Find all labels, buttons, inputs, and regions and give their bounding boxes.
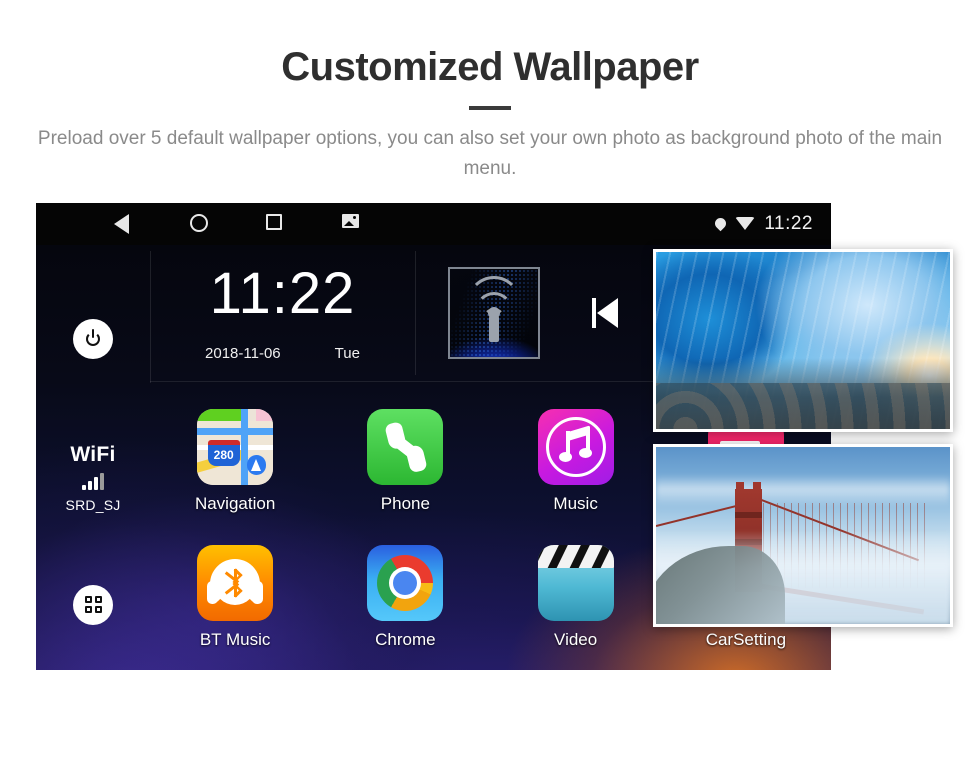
app-label: Phone	[380, 493, 430, 513]
app-label: Navigation	[194, 493, 276, 513]
page-header: Customized Wallpaper Preload over 5 defa…	[0, 0, 980, 185]
bluetooth-headphones-icon	[197, 545, 274, 622]
app-phone[interactable]: Phone	[367, 408, 444, 514]
ice-rocks	[656, 382, 950, 429]
chrome-icon	[367, 545, 444, 622]
wifi-ssid-label: SRD_SJ	[65, 496, 121, 513]
status-bar: 11:22	[36, 202, 831, 245]
clapperboard-icon	[537, 545, 614, 622]
wifi-label: WiFi	[70, 442, 116, 466]
widget-divider	[415, 250, 416, 375]
navigation-bar	[114, 213, 362, 234]
recents-button[interactable]	[266, 213, 286, 234]
location-pin-icon	[713, 216, 729, 232]
power-button[interactable]	[73, 318, 113, 359]
status-indicators: 11:22	[713, 212, 831, 235]
apps-grid-icon-cell	[84, 606, 92, 614]
wifi-status-block[interactable]: WiFi SRD_SJ	[66, 443, 121, 513]
screenshot-icon	[342, 213, 359, 228]
clock-widget[interactable]: 11:22 2018-11-06 Tue	[150, 245, 415, 381]
screenshot-button[interactable]	[342, 213, 362, 234]
apps-grid-icon-cell	[84, 596, 92, 604]
apps-grid-icon-cell	[94, 596, 102, 604]
cloud-band	[656, 475, 950, 507]
clock-time: 11:22	[209, 260, 356, 326]
clock-weekday: Tue	[334, 344, 360, 362]
app-label: Video	[554, 630, 598, 650]
ice-cave-wallpaper-preview[interactable]	[653, 248, 953, 432]
bridge-cable-left	[656, 504, 739, 527]
left-sidebar: WiFi SRD_SJ	[36, 245, 150, 670]
app-navigation[interactable]: 280 Navigation	[194, 408, 276, 514]
highway-shield-number: 280	[207, 439, 240, 466]
back-icon	[114, 213, 129, 234]
music-note-icon	[537, 408, 614, 485]
clock-date: 2018-11-06	[205, 344, 281, 362]
page-subtitle: Preload over 5 default wallpaper options…	[37, 128, 943, 180]
clock-subline: 2018-11-06 Tue	[150, 345, 415, 362]
app-label: Chrome	[375, 630, 436, 650]
phone-handset-icon	[367, 408, 444, 485]
device-showcase: 11:22 WiFi SRD_SJ 11:22 2018-11-06 Tue 2…	[0, 202, 980, 673]
golden-gate-bridge-wallpaper-preview[interactable]	[653, 443, 953, 627]
app-video[interactable]: Video	[537, 545, 614, 650]
app-bt-music[interactable]: BT Music	[197, 545, 274, 650]
antenna-glyph	[464, 275, 524, 342]
all-apps-button[interactable]	[73, 584, 113, 625]
maps-icon: 280	[197, 408, 274, 485]
page-title: Customized Wallpaper	[281, 45, 699, 89]
home-icon	[190, 213, 208, 232]
app-label: Music	[553, 493, 598, 513]
app-label: BT Music	[199, 630, 271, 650]
radio-antenna-icon	[448, 266, 540, 359]
back-button[interactable]	[114, 213, 134, 234]
app-music[interactable]: Music	[537, 408, 614, 514]
app-label: CarSetting	[705, 630, 787, 650]
home-button[interactable]	[190, 213, 210, 234]
status-bar-time: 11:22	[764, 212, 813, 234]
wifi-icon	[735, 217, 756, 231]
title-underline-rule	[469, 106, 511, 110]
apps-grid-icon-cell	[94, 606, 102, 614]
wifi-signal-icon	[81, 472, 104, 490]
power-icon	[86, 328, 100, 346]
app-chrome[interactable]: Chrome	[367, 545, 444, 650]
recents-icon	[266, 213, 282, 230]
bridge-crossbar	[735, 512, 762, 519]
previous-track-button[interactable]	[592, 297, 618, 328]
